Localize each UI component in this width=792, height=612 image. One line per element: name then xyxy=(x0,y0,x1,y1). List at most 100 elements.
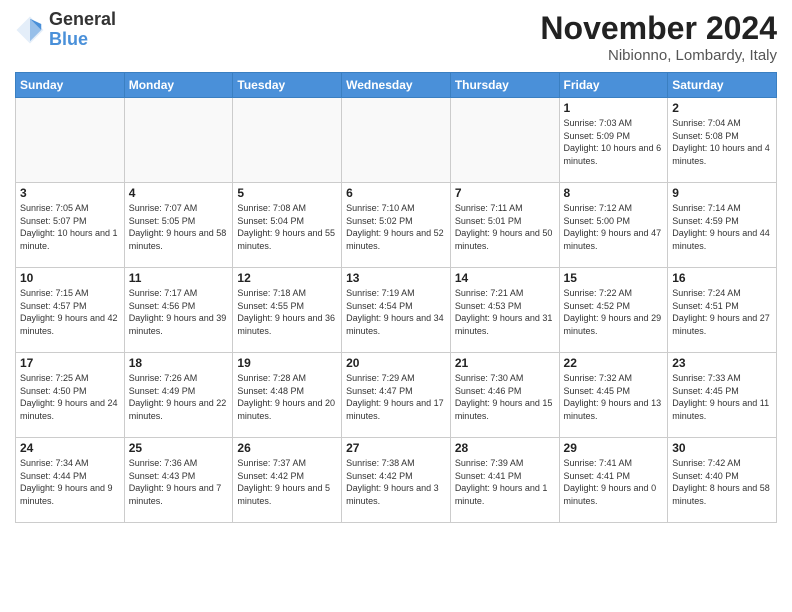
header-tuesday: Tuesday xyxy=(233,73,342,98)
page-header: General Blue November 2024 Nibionno, Lom… xyxy=(15,10,777,64)
day-number: 28 xyxy=(455,441,555,455)
calendar-cell xyxy=(450,98,559,183)
calendar-cell: 20Sunrise: 7:29 AM Sunset: 4:47 PM Dayli… xyxy=(342,353,451,438)
calendar-cell xyxy=(342,98,451,183)
week-row-5: 24 Sunrise: 7:34 AM Sunset: 4:44 PM Dayli… xyxy=(16,438,777,523)
day-number: 18 xyxy=(129,356,229,370)
calendar-cell xyxy=(16,98,125,183)
week-row-3: 10 Sunrise: 7:15 AM Sunset: 4:57 PM Dayli… xyxy=(16,268,777,353)
calendar-cell: 1 Sunrise: 7:03 AM Sunset: 5:09 PM Daylig… xyxy=(559,98,668,183)
calendar-cell: 30Sunrise: 7:42 AM Sunset: 4:40 PM Dayli… xyxy=(668,438,777,523)
calendar-cell: 26 Sunrise: 7:37 AM Sunset: 4:42 PM Dayli… xyxy=(233,438,342,523)
calendar-cell: 13 Sunrise: 7:19 AM Sunset: 4:54 PM Dayli… xyxy=(342,268,451,353)
day-info: Sunrise: 7:28 AM Sunset: 4:48 PM Dayligh… xyxy=(237,372,337,422)
day-info: Sunrise: 7:18 AM Sunset: 4:55 PM Dayligh… xyxy=(237,287,337,337)
day-info: Sunrise: 7:10 AM Sunset: 5:02 PM Dayligh… xyxy=(346,202,446,252)
day-number: 14 xyxy=(455,271,555,285)
day-info: Sunrise: 7:34 AM Sunset: 4:44 PM Dayligh… xyxy=(20,457,120,507)
day-info: Sunrise: 7:32 AM Sunset: 4:45 PM Dayligh… xyxy=(564,372,664,422)
day-info: Sunrise: 7:22 AM Sunset: 4:52 PM Dayligh… xyxy=(564,287,664,337)
header-friday: Friday xyxy=(559,73,668,98)
day-info: Sunrise: 7:19 AM Sunset: 4:54 PM Dayligh… xyxy=(346,287,446,337)
calendar-cell: 12 Sunrise: 7:18 AM Sunset: 4:55 PM Dayli… xyxy=(233,268,342,353)
calendar-cell: 3 Sunrise: 7:05 AM Sunset: 5:07 PM Daylig… xyxy=(16,183,125,268)
calendar-cell: 21 Sunrise: 7:30 AM Sunset: 4:46 PM Dayli… xyxy=(450,353,559,438)
day-info: Sunrise: 7:37 AM Sunset: 4:42 PM Dayligh… xyxy=(237,457,337,507)
calendar-cell: 9 Sunrise: 7:14 AM Sunset: 4:59 PM Daylig… xyxy=(668,183,777,268)
day-info: Sunrise: 7:39 AM Sunset: 4:41 PM Dayligh… xyxy=(455,457,555,507)
day-number: 16 xyxy=(672,271,772,285)
day-info: Sunrise: 7:15 AM Sunset: 4:57 PM Dayligh… xyxy=(20,287,120,337)
calendar-cell: 14 Sunrise: 7:21 AM Sunset: 4:53 PM Dayli… xyxy=(450,268,559,353)
day-number: 1 xyxy=(564,101,664,115)
header-saturday: Saturday xyxy=(668,73,777,98)
header-sunday: Sunday xyxy=(16,73,125,98)
day-info: Sunrise: 7:30 AM Sunset: 4:46 PM Dayligh… xyxy=(455,372,555,422)
day-info: Sunrise: 7:03 AM Sunset: 5:09 PM Dayligh… xyxy=(564,117,664,167)
logo-icon xyxy=(15,15,45,45)
calendar-cell: 7 Sunrise: 7:11 AM Sunset: 5:01 PM Daylig… xyxy=(450,183,559,268)
logo: General Blue xyxy=(15,10,116,50)
calendar-cell: 2 Sunrise: 7:04 AM Sunset: 5:08 PM Daylig… xyxy=(668,98,777,183)
week-row-4: 17Sunrise: 7:25 AM Sunset: 4:50 PM Dayli… xyxy=(16,353,777,438)
day-number: 26 xyxy=(237,441,337,455)
calendar-table: Sunday Monday Tuesday Wednesday Thursday… xyxy=(15,72,777,523)
day-number: 8 xyxy=(564,186,664,200)
day-info: Sunrise: 7:12 AM Sunset: 5:00 PM Dayligh… xyxy=(564,202,664,252)
calendar-cell: 4Sunrise: 7:07 AM Sunset: 5:05 PM Daylig… xyxy=(124,183,233,268)
day-info: Sunrise: 7:14 AM Sunset: 4:59 PM Dayligh… xyxy=(672,202,772,252)
day-info: Sunrise: 7:21 AM Sunset: 4:53 PM Dayligh… xyxy=(455,287,555,337)
day-info: Sunrise: 7:33 AM Sunset: 4:45 PM Dayligh… xyxy=(672,372,772,422)
day-number: 25 xyxy=(129,441,229,455)
calendar-cell: 19 Sunrise: 7:28 AM Sunset: 4:48 PM Dayli… xyxy=(233,353,342,438)
calendar-cell: 6 Sunrise: 7:10 AM Sunset: 5:02 PM Daylig… xyxy=(342,183,451,268)
day-info: Sunrise: 7:26 AM Sunset: 4:49 PM Dayligh… xyxy=(129,372,229,422)
day-info: Sunrise: 7:08 AM Sunset: 5:04 PM Dayligh… xyxy=(237,202,337,252)
day-number: 21 xyxy=(455,356,555,370)
logo-text: General Blue xyxy=(49,10,116,50)
day-number: 4 xyxy=(129,186,229,200)
location: Nibionno, Lombardy, Italy xyxy=(540,47,777,64)
day-info: Sunrise: 7:04 AM Sunset: 5:08 PM Dayligh… xyxy=(672,117,772,167)
day-number: 7 xyxy=(455,186,555,200)
day-number: 12 xyxy=(237,271,337,285)
day-number: 20 xyxy=(346,356,446,370)
day-number: 3 xyxy=(20,186,120,200)
week-row-1: 1 Sunrise: 7:03 AM Sunset: 5:09 PM Daylig… xyxy=(16,98,777,183)
calendar-cell: 17Sunrise: 7:25 AM Sunset: 4:50 PM Dayli… xyxy=(16,353,125,438)
day-info: Sunrise: 7:41 AM Sunset: 4:41 PM Dayligh… xyxy=(564,457,664,507)
day-info: Sunrise: 7:05 AM Sunset: 5:07 PM Dayligh… xyxy=(20,202,120,252)
week-row-2: 3 Sunrise: 7:05 AM Sunset: 5:07 PM Daylig… xyxy=(16,183,777,268)
calendar-header-row: Sunday Monday Tuesday Wednesday Thursday… xyxy=(16,73,777,98)
day-number: 29 xyxy=(564,441,664,455)
day-number: 27 xyxy=(346,441,446,455)
calendar-cell: 18 Sunrise: 7:26 AM Sunset: 4:49 PM Dayli… xyxy=(124,353,233,438)
header-monday: Monday xyxy=(124,73,233,98)
day-number: 2 xyxy=(672,101,772,115)
day-number: 15 xyxy=(564,271,664,285)
day-number: 10 xyxy=(20,271,120,285)
header-thursday: Thursday xyxy=(450,73,559,98)
calendar-cell: 25 Sunrise: 7:36 AM Sunset: 4:43 PM Dayli… xyxy=(124,438,233,523)
header-wednesday: Wednesday xyxy=(342,73,451,98)
calendar-cell: 15 Sunrise: 7:22 AM Sunset: 4:52 PM Dayli… xyxy=(559,268,668,353)
day-number: 5 xyxy=(237,186,337,200)
calendar-cell: 5 Sunrise: 7:08 AM Sunset: 5:04 PM Daylig… xyxy=(233,183,342,268)
calendar-cell: 23Sunrise: 7:33 AM Sunset: 4:45 PM Dayli… xyxy=(668,353,777,438)
title-block: November 2024 Nibionno, Lombardy, Italy xyxy=(540,10,777,64)
calendar-cell xyxy=(124,98,233,183)
day-number: 19 xyxy=(237,356,337,370)
day-info: Sunrise: 7:36 AM Sunset: 4:43 PM Dayligh… xyxy=(129,457,229,507)
day-number: 6 xyxy=(346,186,446,200)
day-number: 11 xyxy=(129,271,229,285)
calendar-cell: 11Sunrise: 7:17 AM Sunset: 4:56 PM Dayli… xyxy=(124,268,233,353)
calendar-cell: 16Sunrise: 7:24 AM Sunset: 4:51 PM Dayli… xyxy=(668,268,777,353)
calendar-cell: 28 Sunrise: 7:39 AM Sunset: 4:41 PM Dayli… xyxy=(450,438,559,523)
day-number: 9 xyxy=(672,186,772,200)
calendar-cell: 29 Sunrise: 7:41 AM Sunset: 4:41 PM Dayli… xyxy=(559,438,668,523)
calendar-cell: 10 Sunrise: 7:15 AM Sunset: 4:57 PM Dayli… xyxy=(16,268,125,353)
day-info: Sunrise: 7:11 AM Sunset: 5:01 PM Dayligh… xyxy=(455,202,555,252)
day-info: Sunrise: 7:38 AM Sunset: 4:42 PM Dayligh… xyxy=(346,457,446,507)
day-number: 13 xyxy=(346,271,446,285)
day-number: 24 xyxy=(20,441,120,455)
